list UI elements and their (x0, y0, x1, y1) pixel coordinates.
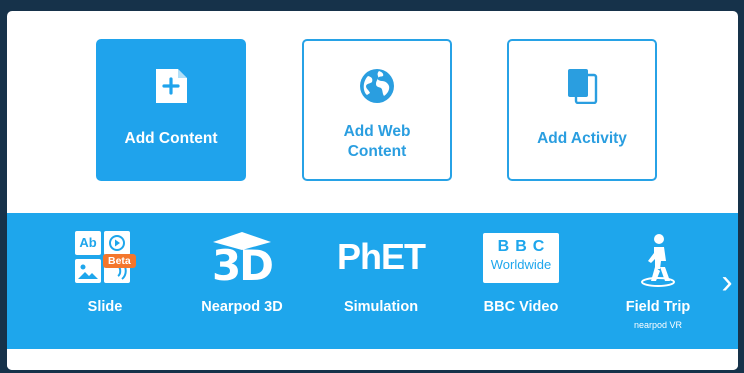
tool-bbc-video[interactable]: BBC Worldwide BBC Video (471, 213, 571, 349)
add-content-icon (156, 69, 187, 103)
activity-icon (568, 69, 598, 104)
tool-slide[interactable]: Ab Beta Slide (63, 213, 147, 349)
chevron-right-icon[interactable]: › (716, 257, 738, 307)
tool-nearpod-3d-label: Nearpod 3D (201, 299, 283, 315)
add-web-content-label: Add Web Content (343, 123, 411, 160)
nearpod-vr-logo: nearpod VR (633, 320, 683, 330)
phet-icon: PhET (336, 236, 426, 277)
tool-nearpod-3d[interactable]: 3D Nearpod 3D (187, 213, 297, 349)
tool-bbc-video-label: BBC Video (483, 299, 559, 315)
add-content-label: Add Content (124, 130, 218, 147)
bbc-logo: BBC Worldwide (483, 233, 559, 283)
slide-icon: Ab Beta (75, 231, 136, 287)
beta-badge: Beta (103, 254, 136, 268)
tool-field-trip-label: Field Trip (625, 299, 691, 315)
add-activity-card[interactable]: Add Activity (507, 39, 657, 181)
person-walking-icon (641, 234, 675, 287)
modal-footer (7, 349, 738, 370)
tool-simulation[interactable]: PhET Simulation (329, 213, 433, 349)
add-activity-label: Add Activity (537, 130, 627, 147)
tool-slide-label: Slide (87, 299, 123, 315)
play-icon (109, 235, 125, 251)
globe-icon (360, 69, 394, 103)
content-cards: Add Content Add Web Content Add Activity (7, 11, 738, 211)
tools-carousel: Ab Beta Slide 3D Nearpod 3D PhET Simulat… (7, 213, 738, 349)
tool-field-trip[interactable]: Field Trip nearpod VR (613, 213, 703, 349)
add-content-card[interactable]: Add Content (96, 39, 246, 181)
image-icon (78, 264, 98, 279)
3d-icon: 3D (207, 231, 277, 289)
tool-simulation-label: Simulation (343, 299, 419, 315)
add-web-content-card[interactable]: Add Web Content (302, 39, 452, 181)
add-content-modal: Add Content Add Web Content Add Activity (7, 11, 738, 370)
